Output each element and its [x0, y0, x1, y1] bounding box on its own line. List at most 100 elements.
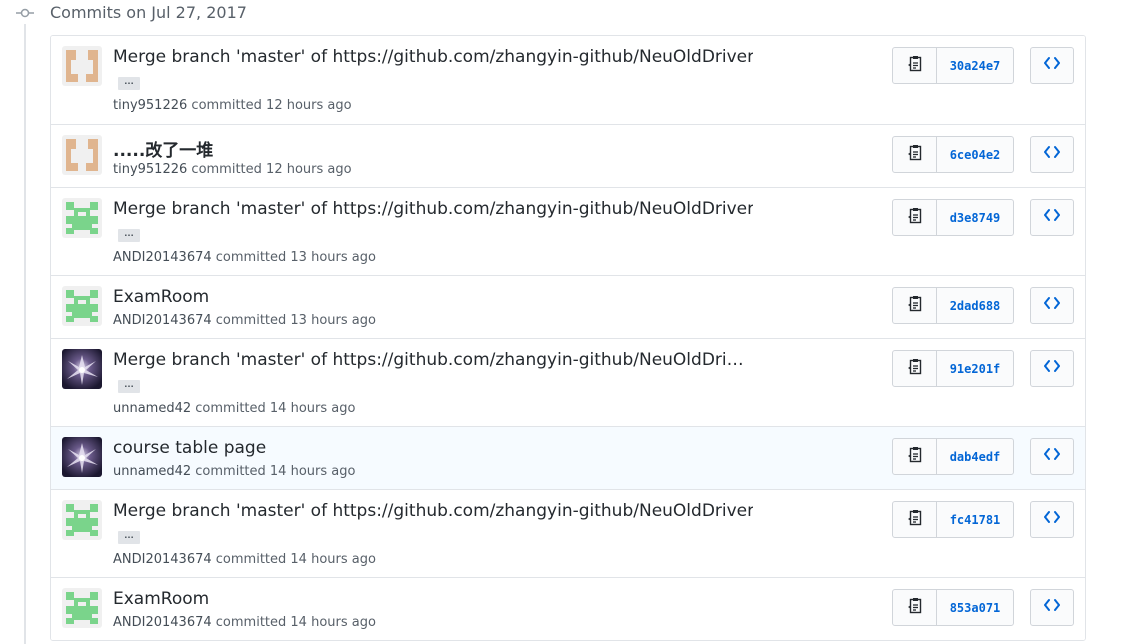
browse-repo-button[interactable]	[1030, 287, 1074, 324]
sha-button-group: d3e8749	[892, 199, 1014, 236]
commit-author-link[interactable]: tiny951226	[113, 98, 187, 113]
commit-action: committed	[215, 552, 287, 567]
expand-message-button[interactable]: …	[118, 531, 140, 544]
commit-author-link[interactable]: tiny951226	[113, 162, 187, 177]
commit-meta: tiny951226 committed 12 hours ago	[113, 162, 352, 177]
avatar[interactable]	[62, 437, 102, 477]
commit-row: Merge branch 'master' of https://github.…	[51, 489, 1085, 577]
commit-author-link[interactable]: unnamed42	[113, 401, 191, 416]
git-commit-icon	[16, 6, 34, 20]
commit-time: 14 hours ago	[269, 464, 356, 479]
avatar[interactable]	[62, 286, 102, 326]
commit-sha-link[interactable]: 30a24e7	[937, 48, 1013, 83]
sha-button-group: 853a071	[892, 589, 1014, 626]
commit-author-link[interactable]: unnamed42	[113, 464, 191, 479]
copy-sha-button[interactable]	[893, 200, 937, 235]
browse-repo-button[interactable]	[1030, 136, 1074, 173]
commit-meta: ANDI20143674 committed 13 hours ago	[113, 313, 376, 328]
commit-row: course table page unnamed42 committed 14 …	[51, 426, 1085, 489]
commit-time: 12 hours ago	[266, 162, 352, 177]
commit-row: Merge branch 'master' of https://github.…	[51, 338, 1085, 426]
browse-repo-button[interactable]	[1030, 199, 1074, 236]
code-icon	[1044, 145, 1060, 164]
commit-meta: unnamed42 committed 14 hours ago	[113, 401, 355, 416]
commit-row: ExamRoom ANDI20143674 committed 14 hours …	[51, 577, 1085, 640]
avatar[interactable]	[62, 588, 102, 628]
copy-sha-button[interactable]	[893, 288, 937, 323]
clipboard-icon	[907, 446, 923, 468]
avatar[interactable]	[62, 135, 102, 175]
browse-repo-button[interactable]	[1030, 47, 1074, 84]
commit-title-link[interactable]: course table page	[113, 438, 266, 458]
expand-message-button[interactable]: …	[118, 380, 140, 393]
commit-title-link[interactable]: ExamRoom	[113, 589, 209, 609]
commit-sha-link[interactable]: fc41781	[937, 502, 1013, 537]
commit-time: 12 hours ago	[266, 98, 352, 113]
expand-message-button[interactable]: …	[118, 77, 140, 90]
commit-author-link[interactable]: ANDI20143674	[113, 313, 212, 328]
clipboard-icon	[907, 509, 923, 531]
commit-time: 13 hours ago	[290, 250, 376, 265]
sha-button-group: 6ce04e2	[892, 136, 1014, 173]
browse-repo-button[interactable]	[1030, 589, 1074, 626]
code-icon	[1044, 208, 1060, 227]
clipboard-icon	[907, 597, 923, 619]
commit-action: committed	[195, 401, 266, 416]
code-icon	[1044, 510, 1060, 529]
clipboard-icon	[907, 295, 923, 317]
commit-time: 14 hours ago	[290, 615, 376, 630]
clipboard-icon	[907, 55, 923, 77]
code-icon	[1044, 296, 1060, 315]
sha-button-group: fc41781	[892, 501, 1014, 538]
commit-sha-link[interactable]: 91e201f	[937, 351, 1013, 386]
timeline-line	[24, 24, 26, 644]
copy-sha-button[interactable]	[893, 590, 937, 625]
commit-sha-link[interactable]: 2dad688	[937, 288, 1013, 323]
avatar[interactable]	[62, 198, 102, 238]
clipboard-icon	[907, 358, 923, 380]
sha-button-group: 30a24e7	[892, 47, 1014, 84]
commit-author-link[interactable]: ANDI20143674	[113, 615, 212, 630]
browse-repo-button[interactable]	[1030, 438, 1074, 475]
commit-title-link[interactable]: Merge branch 'master' of https://github.…	[113, 350, 744, 370]
browse-repo-button[interactable]	[1030, 350, 1074, 387]
code-icon	[1044, 359, 1060, 378]
sha-button-group: 91e201f	[892, 350, 1014, 387]
commit-title-link[interactable]: Merge branch 'master' of https://github.…	[113, 501, 753, 521]
copy-sha-button[interactable]	[893, 439, 937, 474]
copy-sha-button[interactable]	[893, 502, 937, 537]
copy-sha-button[interactable]	[893, 48, 937, 83]
commit-title-link[interactable]: Merge branch 'master' of https://github.…	[113, 199, 753, 219]
commit-title-link[interactable]: ExamRoom	[113, 287, 209, 307]
commit-action: committed	[215, 615, 287, 630]
code-icon	[1044, 56, 1060, 75]
commit-time: 13 hours ago	[290, 313, 376, 328]
commit-group-header: Commits on Jul 27, 2017	[0, 0, 1124, 28]
commit-action: committed	[215, 313, 287, 328]
commit-row: Merge branch 'master' of https://github.…	[51, 187, 1085, 275]
avatar[interactable]	[62, 349, 102, 389]
commit-title-link[interactable]: Merge branch 'master' of https://github.…	[113, 47, 753, 67]
commit-meta: ANDI20143674 committed 13 hours ago	[113, 250, 376, 265]
commit-title-link[interactable]: .....改了一堆	[113, 136, 213, 161]
commit-sha-link[interactable]: 6ce04e2	[937, 137, 1013, 172]
commit-sha-link[interactable]: 853a071	[937, 590, 1013, 625]
clipboard-icon	[907, 207, 923, 229]
commit-sha-link[interactable]: d3e8749	[937, 200, 1013, 235]
commit-row: ExamRoom ANDI20143674 committed 13 hours …	[51, 275, 1085, 338]
commit-group-title: Commits on Jul 27, 2017	[50, 3, 247, 22]
commit-sha-link[interactable]: dab4edf	[937, 439, 1013, 474]
avatar[interactable]	[62, 46, 102, 86]
copy-sha-button[interactable]	[893, 137, 937, 172]
commit-action: committed	[195, 464, 266, 479]
expand-message-button[interactable]: …	[118, 229, 140, 242]
commit-action: committed	[191, 162, 262, 177]
commit-row: Merge branch 'master' of https://github.…	[51, 36, 1085, 124]
commit-action: committed	[215, 250, 287, 265]
commit-author-link[interactable]: ANDI20143674	[113, 250, 212, 265]
avatar[interactable]	[62, 500, 102, 540]
browse-repo-button[interactable]	[1030, 501, 1074, 538]
copy-sha-button[interactable]	[893, 351, 937, 386]
commit-author-link[interactable]: ANDI20143674	[113, 552, 212, 567]
commit-list: Merge branch 'master' of https://github.…	[50, 35, 1086, 641]
